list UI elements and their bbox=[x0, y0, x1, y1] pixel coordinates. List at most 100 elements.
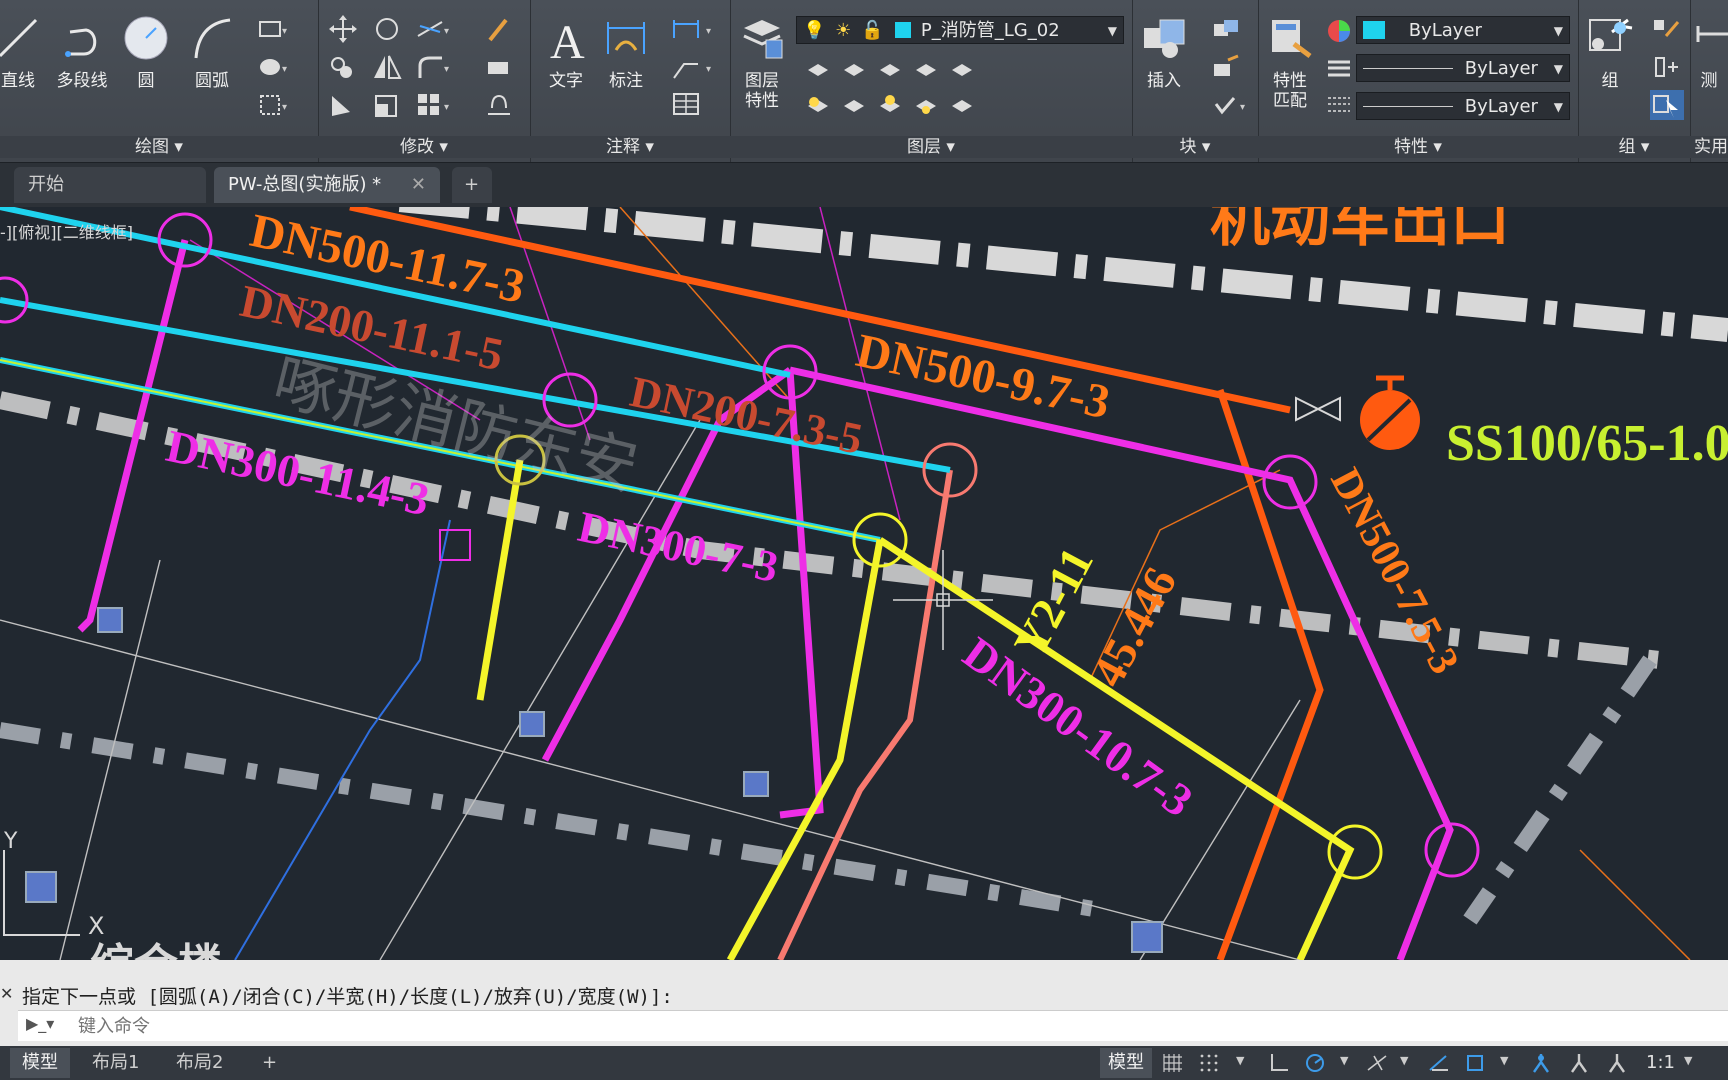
leader-button[interactable]: ▾ bbox=[670, 52, 711, 82]
layer-dropdown[interactable]: 💡 ☀ 🔓 P_消防管_LG_02 ▼ bbox=[796, 16, 1124, 44]
utilities-panel-title[interactable]: 实用 bbox=[1690, 136, 1728, 158]
color-wheel-icon[interactable] bbox=[1326, 18, 1352, 44]
tab-drawing-label: PW-总图(实施版) * bbox=[228, 174, 382, 195]
text-button[interactable]: A 文字 bbox=[534, 10, 598, 120]
insert-label: 插入 bbox=[1147, 71, 1181, 91]
table-button[interactable] bbox=[670, 90, 704, 120]
layer-properties-icon bbox=[743, 20, 783, 59]
chevron-down-icon[interactable]: ▼ bbox=[1340, 1054, 1348, 1067]
fillet-button[interactable]: ▾ bbox=[414, 52, 449, 82]
circle-label: 圆 bbox=[137, 71, 155, 91]
offset-button[interactable] bbox=[482, 90, 516, 120]
circle-button[interactable]: 圆 bbox=[114, 10, 178, 120]
transparency-icon[interactable] bbox=[1326, 92, 1352, 118]
ortho-icon[interactable] bbox=[1268, 1052, 1290, 1074]
cad-drawing[interactable]: Y X 啄形消防东安 DN500-11.7-3 DN200-11.1-5 DN2… bbox=[0, 207, 1728, 960]
stretch-button[interactable] bbox=[326, 90, 360, 120]
edit-block-icon bbox=[1214, 54, 1239, 76]
group-edit-icon bbox=[1655, 57, 1678, 77]
tab-layout2[interactable]: 布局2 bbox=[164, 1048, 235, 1078]
polar-icon[interactable] bbox=[1304, 1052, 1326, 1074]
group-button[interactable]: 组 bbox=[1578, 10, 1642, 120]
svg-text:▾: ▾ bbox=[1240, 102, 1245, 113]
mirror-button[interactable] bbox=[370, 52, 404, 82]
linetype-dropdown[interactable]: ByLayer ▼ bbox=[1356, 54, 1570, 82]
polyline-button[interactable]: 多段线 bbox=[50, 10, 114, 120]
arc-button[interactable]: 圆弧 bbox=[180, 10, 244, 120]
snap-icon[interactable] bbox=[1198, 1052, 1220, 1074]
pipe-label: DN500-7.5-3 bbox=[1321, 461, 1467, 681]
lineweight-icon[interactable] bbox=[1326, 56, 1352, 82]
hydrant-label: SS100/65-1.0 bbox=[1446, 415, 1728, 472]
new-tab-button[interactable]: + bbox=[452, 167, 492, 203]
dimension-button[interactable]: 标注 bbox=[594, 10, 658, 120]
ungroup-button[interactable] bbox=[1650, 14, 1684, 44]
move-button[interactable] bbox=[326, 14, 360, 44]
tab-model[interactable]: 模型 bbox=[10, 1048, 70, 1078]
line-label: 直线 bbox=[1, 71, 35, 91]
group-panel-title[interactable]: 组 ▾ bbox=[1578, 136, 1690, 158]
linear-dim-button[interactable]: ▾ bbox=[670, 14, 711, 44]
scale-icon bbox=[375, 95, 397, 117]
line-icon bbox=[0, 18, 38, 58]
rectangle-button[interactable]: ▾ bbox=[256, 14, 290, 44]
grid-icon[interactable] bbox=[1162, 1052, 1184, 1074]
boundary-button[interactable]: ▾ bbox=[256, 90, 290, 120]
rectangle-icon: ▾ bbox=[259, 21, 287, 37]
tab-start[interactable]: 开始 bbox=[14, 167, 206, 203]
lineweight-dropdown[interactable]: ByLayer ▼ bbox=[1356, 92, 1570, 120]
viewport-controls[interactable]: -][俯视][二维线框] bbox=[0, 219, 133, 243]
group-edit-button[interactable] bbox=[1650, 52, 1684, 82]
osnap-tracking-icon[interactable] bbox=[1428, 1052, 1450, 1074]
block-panel-title[interactable]: 块 ▾ bbox=[1132, 136, 1258, 158]
annotation-scale-value[interactable]: 1:1 bbox=[1646, 1052, 1675, 1073]
drawing-canvas[interactable]: Y X 啄形消防东安 DN500-11.7-3 DN200-11.1-5 DN2… bbox=[0, 207, 1728, 960]
chevron-down-icon[interactable]: ▼ bbox=[1236, 1054, 1244, 1067]
edit-block-button[interactable] bbox=[1210, 52, 1244, 82]
erase-button[interactable] bbox=[482, 14, 516, 44]
array-button[interactable]: ▾ bbox=[414, 90, 449, 120]
edit-attributes-button[interactable]: ▾ bbox=[1210, 90, 1245, 120]
chevron-down-icon[interactable]: ▼ bbox=[1400, 1054, 1408, 1067]
command-input-box[interactable]: ▶_▾ bbox=[18, 1010, 1728, 1041]
trim-button[interactable]: ▾ bbox=[414, 14, 449, 44]
match-properties-button[interactable]: 特性 匹配 bbox=[1258, 10, 1322, 120]
model-space-toggle[interactable]: 模型 bbox=[1100, 1048, 1152, 1078]
new-tab-label: + bbox=[464, 174, 480, 195]
draw-panel-title[interactable]: 绘图 ▾ bbox=[0, 136, 318, 158]
add-layout-button[interactable]: + bbox=[250, 1048, 289, 1078]
osnap-icon[interactable] bbox=[1464, 1052, 1486, 1074]
command-close-icon[interactable]: ✕ bbox=[0, 984, 14, 1003]
modify-panel-title[interactable]: 修改 ▾ bbox=[318, 136, 530, 158]
command-prompt-icon[interactable]: ▶_▾ bbox=[26, 1014, 54, 1033]
rotate-button[interactable] bbox=[370, 14, 404, 44]
auto-scale-icon[interactable] bbox=[1568, 1052, 1590, 1074]
layer-properties-button[interactable]: 图层 特性 bbox=[730, 10, 794, 120]
layers-panel-title[interactable]: 图层 ▾ bbox=[730, 136, 1132, 158]
chevron-down-icon[interactable]: ▼ bbox=[1684, 1054, 1692, 1067]
properties-panel-title[interactable]: 特性 ▾ bbox=[1258, 136, 1578, 158]
array-icon: ▾ bbox=[418, 94, 449, 115]
insert-button[interactable]: 插入 bbox=[1132, 10, 1196, 120]
annotation-panel-title[interactable]: 注释 ▾ bbox=[530, 136, 730, 158]
svg-text:▾: ▾ bbox=[444, 64, 449, 75]
scale-button[interactable] bbox=[370, 90, 404, 120]
chevron-down-icon[interactable]: ▼ bbox=[1500, 1054, 1508, 1067]
group-select-button[interactable] bbox=[1650, 90, 1684, 120]
create-block-button[interactable] bbox=[1210, 14, 1244, 44]
ucs-x-label: X bbox=[88, 912, 104, 940]
annotation-scale-icon[interactable] bbox=[1606, 1052, 1628, 1074]
measure-button[interactable]: 测 bbox=[1690, 10, 1728, 120]
dimension-label: 标注 bbox=[609, 71, 643, 91]
isodraft-icon[interactable] bbox=[1366, 1052, 1388, 1074]
command-input[interactable] bbox=[76, 1013, 980, 1039]
annotation-visibility-icon[interactable] bbox=[1530, 1052, 1552, 1074]
hatch-button[interactable]: ▾ bbox=[256, 52, 290, 82]
color-dropdown[interactable]: ByLayer ▼ bbox=[1356, 16, 1570, 44]
close-icon[interactable]: ✕ bbox=[411, 167, 426, 203]
copy-button[interactable] bbox=[326, 52, 360, 82]
line-button[interactable]: 直线 bbox=[0, 10, 50, 120]
array-edit-button[interactable] bbox=[482, 52, 516, 82]
tab-layout1[interactable]: 布局1 bbox=[80, 1048, 151, 1078]
tab-drawing[interactable]: PW-总图(实施版) * ✕ bbox=[214, 167, 440, 203]
